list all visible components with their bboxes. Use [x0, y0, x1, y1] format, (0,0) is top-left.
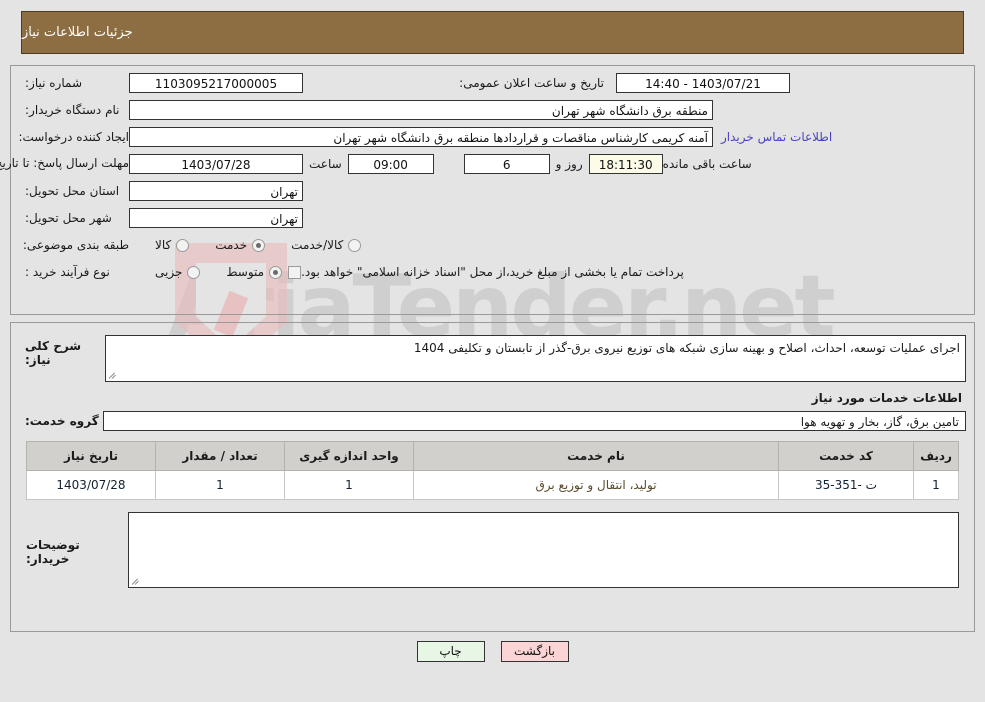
row-deadline: ساعت باقی مانده 18:11:30 روز و 6 09:00 س…	[0, 153, 966, 175]
row-need-number: 1403/07/21 - 14:40 تاریخ و ساعت اعلان عم…	[19, 72, 966, 94]
row-category: کالا/خدمت خدمت کالا طبقه بندی موضوعی:	[19, 234, 966, 256]
print-button[interactable]: چاپ	[416, 641, 485, 662]
table-header-row: ردیف کد خدمت نام خدمت واحد اندازه گیری ت…	[26, 441, 959, 471]
buyer-contact-link[interactable]: اطلاعات تماس خریدار	[713, 130, 840, 144]
radio-purchase-0[interactable]: جزیی	[155, 265, 201, 279]
radio-label-purchase-0: جزیی	[155, 265, 183, 279]
description-textarea[interactable]: اجرای عملیات توسعه، احداث، اصلاح و بهینه…	[105, 335, 966, 382]
radio-label-category-1: خدمت	[215, 238, 248, 252]
radio-purchase-1[interactable]: متوسط	[226, 265, 283, 279]
services-section-title: اطلاعات خدمات مورد نیاز	[811, 391, 962, 405]
row-city: تهران شهر محل تحویل:	[19, 207, 966, 229]
province-value: تهران	[129, 181, 303, 201]
deadline-time-label: ساعت	[309, 157, 342, 171]
radio-icon-category-2[interactable]	[348, 238, 362, 252]
radio-category-0[interactable]: کالا	[155, 238, 190, 252]
radio-label-purchase-1: متوسط	[226, 265, 265, 279]
buyer-org-value: منطقه برق دانشگاه شهر تهران	[129, 100, 713, 120]
city-label: شهر محل تحویل:	[25, 211, 112, 225]
footer-actions: بازگشت چاپ	[0, 641, 985, 662]
radio-icon-purchase-0[interactable]	[187, 265, 201, 279]
row-purchase-type: پرداخت تمام یا بخشی از مبلغ خرید،از محل …	[19, 261, 966, 283]
treasury-checkbox[interactable]	[288, 265, 302, 279]
radio-icon-category-1[interactable]	[252, 238, 266, 252]
creator-value: آمنه کریمی کارشناس مناقصات و قراردادها م…	[129, 127, 713, 147]
creator-label: ایجاد کننده درخواست:	[18, 130, 129, 144]
radio-icon-category-0[interactable]	[176, 238, 190, 252]
row-buyer-comments: توضیحات خریدار:	[26, 512, 959, 588]
row-buyer-org: منطقه برق دانشگاه شهر تهران نام دستگاه خ…	[19, 99, 966, 121]
province-label: استان محل تحویل:	[25, 184, 120, 198]
service-group-label: گروه خدمت:	[25, 414, 99, 428]
deadline-time-value: 09:00	[347, 154, 434, 174]
page-header: جزئیات اطلاعات نیاز	[21, 11, 964, 54]
city-value: تهران	[129, 208, 303, 228]
cell-name: تولید، انتقال و توزیع برق	[413, 470, 779, 500]
row-service-group: تامین برق، گاز، بخار و تهویه هوا گروه خد…	[19, 411, 966, 431]
radio-category-2[interactable]: کالا/خدمت	[291, 238, 362, 252]
public-announce-value: 1403/07/21 - 14:40	[616, 73, 790, 93]
buyer-comments-textarea[interactable]	[128, 512, 959, 588]
table-row: 1 ت -351-35 تولید، انتقال و توزیع برق 1 …	[26, 470, 959, 500]
th-index: ردیف	[913, 441, 959, 471]
radio-label-category-0: کالا	[155, 238, 172, 252]
buyer-comments-label: توضیحات خریدار:	[26, 538, 80, 566]
page-root: جزئیات اطلاعات نیاز 1403/07/21 - 14:40 ت…	[0, 11, 985, 662]
description-label: شرح کلی نیاز:	[25, 339, 82, 367]
services-panel: اجرای عملیات توسعه، احداث، اصلاح و بهینه…	[10, 322, 975, 632]
back-button[interactable]: بازگشت	[500, 641, 569, 662]
need-summary-panel: 1403/07/21 - 14:40 تاریخ و ساعت اعلان عم…	[0, 65, 975, 315]
cell-date: 1403/07/28	[26, 470, 156, 500]
deadline-label: مهلت ارسال پاسخ: تا تاریخ:	[0, 156, 129, 171]
th-quantity: تعداد / مقدار	[155, 441, 285, 471]
th-code: کد خدمت	[778, 441, 914, 471]
remaining-time-label: ساعت باقی مانده	[662, 157, 752, 171]
cell-index: 1	[913, 470, 959, 500]
row-creator: اطلاعات تماس خریدار آمنه کریمی کارشناس م…	[18, 126, 966, 148]
page-title: جزئیات اطلاعات نیاز	[22, 25, 133, 40]
public-announce-label: تاریخ و ساعت اعلان عمومی:	[459, 76, 604, 90]
buyer-org-label: نام دستگاه خریدار:	[25, 103, 120, 117]
treasury-note: پرداخت تمام یا بخشی از مبلغ خرید،از محل …	[301, 265, 684, 279]
deadline-date-value: 1403/07/28	[129, 154, 303, 174]
category-label: طبقه بندی موضوعی:	[22, 238, 129, 252]
services-table: ردیف کد خدمت نام خدمت واحد اندازه گیری ت…	[26, 441, 959, 500]
cell-unit: 1	[284, 470, 414, 500]
cell-code: ت -351-35	[778, 470, 914, 500]
th-date: تاریخ نیاز	[26, 441, 156, 471]
need-number-label: شماره نیاز:	[25, 76, 82, 90]
radio-icon-purchase-1[interactable]	[269, 265, 283, 279]
radio-label-category-2: کالا/خدمت	[291, 238, 344, 252]
cell-quantity: 1	[155, 470, 285, 500]
th-unit: واحد اندازه گیری	[284, 441, 414, 471]
purchase-type-label: نوع فرآیند خرید :	[25, 265, 110, 279]
need-number-value: 1103095217000005	[129, 73, 303, 93]
row-description: اجرای عملیات توسعه، احداث، اصلاح و بهینه…	[19, 335, 966, 382]
remaining-days-value: 6	[463, 154, 550, 174]
remaining-time-value: 18:11:30	[588, 154, 663, 174]
resize-grip-icon	[108, 370, 118, 380]
remaining-days-label: روز و	[555, 157, 583, 171]
resize-grip-icon	[131, 576, 141, 586]
th-name: نام خدمت	[413, 441, 779, 471]
service-group-value: تامین برق، گاز، بخار و تهویه هوا	[103, 411, 966, 431]
row-province: تهران استان محل تحویل:	[19, 180, 966, 202]
radio-category-1[interactable]: خدمت	[215, 238, 266, 252]
